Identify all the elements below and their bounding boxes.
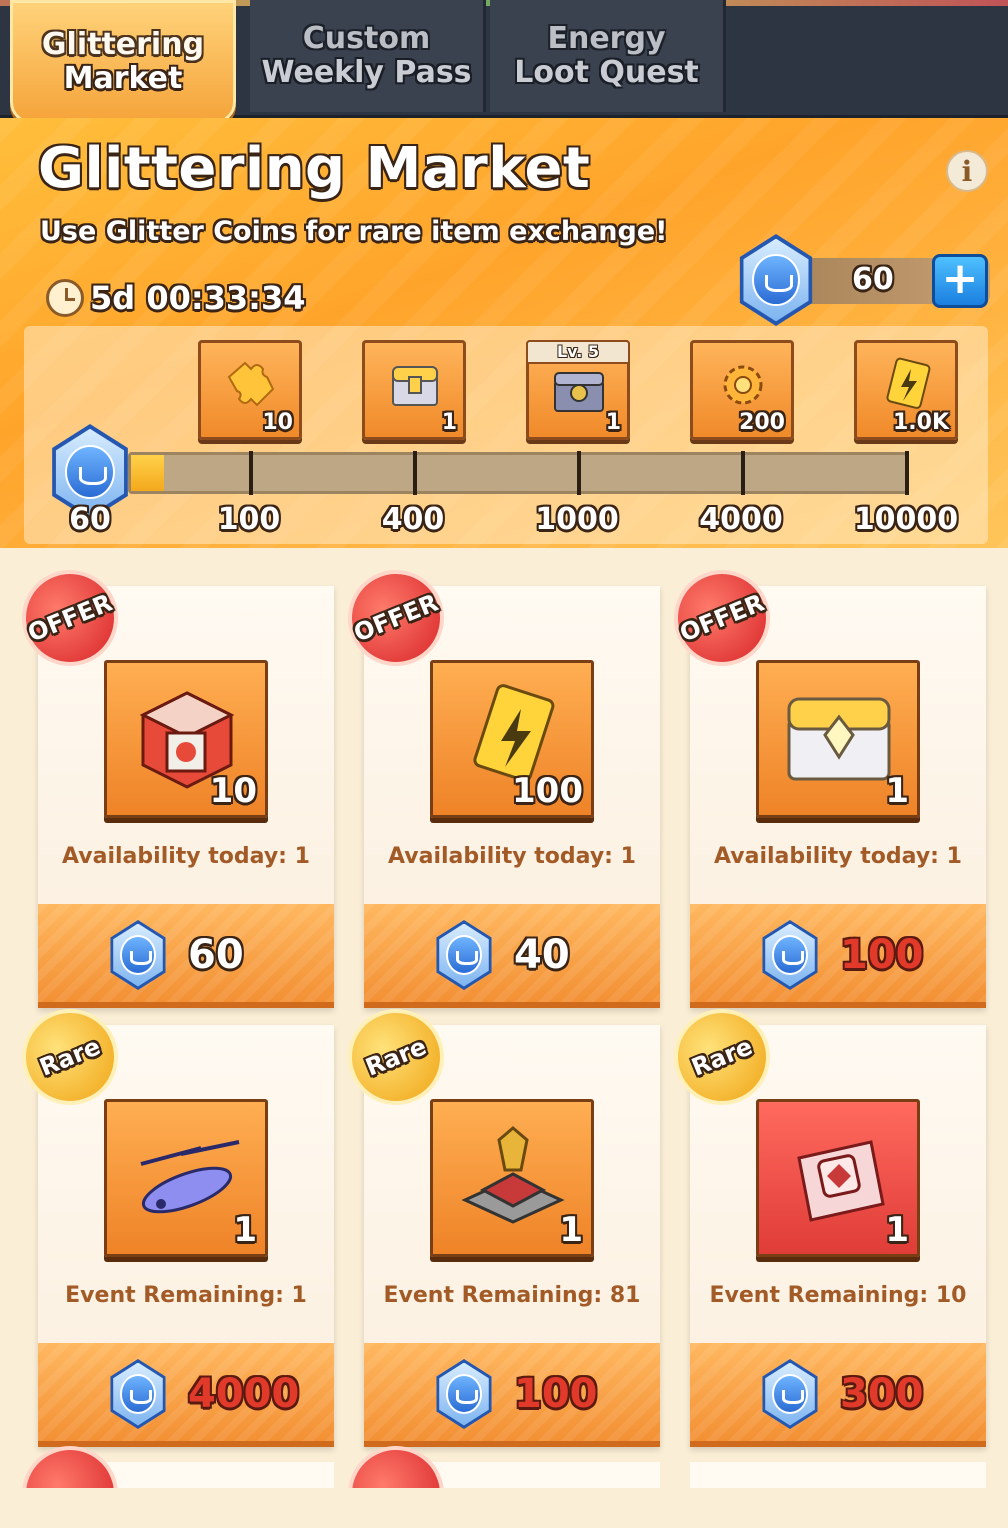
- reward-qty: 200: [739, 410, 785, 435]
- event-remaining-text: Event Remaining: 10: [709, 1283, 967, 1308]
- milestone-tick: [249, 451, 253, 495]
- tab-label-line1: Custom: [302, 20, 431, 56]
- milestone-reward-4000[interactable]: 200: [690, 340, 794, 440]
- milestone-tick: [577, 451, 581, 495]
- helicopter-icon: [140, 1140, 240, 1214]
- milestone-label: 1000: [535, 502, 619, 537]
- coin-balance-value: 60: [852, 262, 894, 297]
- tab-label-line2: Weekly Pass: [261, 55, 472, 90]
- shop-card[interactable]: 1 Availability today: 1 100 OFFER: [659, 555, 986, 1008]
- milestone-reward-400[interactable]: 1: [362, 340, 466, 440]
- milestone-label: 100: [217, 502, 281, 537]
- item-box: 1: [756, 1099, 920, 1257]
- gear-parts-icon: [723, 365, 763, 405]
- milestone-tick: [413, 451, 417, 495]
- level-chest-icon: [554, 372, 604, 412]
- item-box: 1: [430, 1099, 594, 1257]
- availability-text: Availability today: 1: [714, 844, 962, 869]
- reward-qty: 1: [605, 410, 621, 435]
- shop-card[interactable]: 1 Event Remaining: 81 100 Rare: [333, 994, 660, 1447]
- event-timer: 5d 00:33:34: [46, 276, 306, 320]
- shop-card[interactable]: 1 Event Remaining: 10 300 Rare: [659, 994, 986, 1447]
- event-remaining-text: Event Remaining: 81: [383, 1283, 641, 1308]
- event-remaining-text: Event Remaining: 1: [65, 1283, 307, 1308]
- milestone-label: 400: [381, 502, 445, 537]
- badge-label: OFFER: [349, 588, 443, 648]
- milestone-label: 10000: [853, 502, 959, 537]
- info-icon: i: [961, 154, 973, 188]
- item-qty: 10: [209, 771, 257, 811]
- reward-qty: 10: [262, 410, 293, 435]
- availability-text: Availability today: 1: [388, 844, 636, 869]
- treasure-chest-icon: [392, 366, 438, 406]
- tab-label-line1: Energy: [547, 20, 666, 56]
- reward-qty: 1.0K: [892, 410, 949, 435]
- item-qty: 1: [885, 771, 909, 811]
- clock-icon: [46, 279, 84, 317]
- plus-icon: +: [941, 253, 979, 304]
- tab-bar: Glittering Market Custom Weekly Pass Ene…: [0, 0, 1008, 124]
- reward-qty: 1: [441, 410, 457, 435]
- milestone-progress-bar: [128, 451, 909, 495]
- page-subtitle: Use Glitter Coins for rare item exchange…: [40, 216, 668, 247]
- current-progress-label: 60: [69, 502, 111, 537]
- shop-card[interactable]: 1 Event Remaining: 1 4000 Rare: [7, 994, 334, 1447]
- tab-energy-loot-quest[interactable]: Energy Loot Quest: [490, 0, 726, 112]
- item-qty: 1: [885, 1210, 909, 1250]
- shop-card[interactable]: 10 Availability today: 1 60 OFFER: [7, 555, 334, 1008]
- add-coins-button[interactable]: +: [932, 254, 988, 308]
- buy-button[interactable]: [690, 1343, 986, 1447]
- info-button[interactable]: i: [946, 150, 988, 192]
- milestone-panel: [24, 326, 988, 544]
- buy-button[interactable]: [364, 904, 660, 1008]
- gold-chest-icon: [787, 697, 891, 781]
- tab-label-line2: Market: [63, 61, 183, 96]
- badge-label: OFFER: [675, 588, 769, 648]
- tab-custom-weekly-pass[interactable]: Custom Weekly Pass: [250, 0, 486, 112]
- trophy-base-icon: [461, 1126, 565, 1224]
- tab-label-line1: Glittering: [41, 26, 205, 62]
- milestone-reward-100[interactable]: 10: [198, 340, 302, 440]
- tab-label-line2: Loot Quest: [514, 55, 699, 90]
- item-qty: 100: [512, 771, 583, 811]
- progress-fill: [131, 455, 164, 491]
- price-value: 300: [840, 1371, 924, 1417]
- item-box: 1: [104, 1099, 268, 1257]
- shop-card[interactable]: 100 Availability today: 1 40 OFFER: [333, 555, 660, 1008]
- bottom-strip: [0, 1488, 1008, 1528]
- item-qty: 1: [233, 1210, 257, 1250]
- price-value: 40: [514, 932, 570, 978]
- badge-label: OFFER: [23, 588, 117, 648]
- buy-button[interactable]: [364, 1343, 660, 1447]
- level-label: Lv. 5: [556, 342, 600, 361]
- energy-card-icon: [886, 357, 931, 409]
- availability-text: Availability today: 1: [62, 844, 310, 869]
- page-title: Glittering Market: [38, 136, 591, 201]
- badge-label: Rare: [35, 1032, 105, 1082]
- item-qty: 1: [559, 1210, 583, 1250]
- badge-label: Rare: [361, 1032, 431, 1082]
- price-value: 60: [188, 932, 244, 978]
- skin-card-icon: [797, 1140, 885, 1222]
- item-box: 1: [756, 660, 920, 818]
- timer-text: 5d 00:33:34: [90, 279, 306, 317]
- milestone-label: 4000: [699, 502, 783, 537]
- tab-glittering-market[interactable]: Glittering Market: [10, 0, 236, 124]
- milestone-tick: [905, 451, 909, 495]
- price-value: 4000: [188, 1371, 300, 1417]
- milestone-tick: [741, 451, 745, 495]
- buy-button[interactable]: [690, 904, 986, 1008]
- item-box: 100: [430, 660, 594, 818]
- milestone-reward-10000[interactable]: 1.0K: [854, 340, 958, 440]
- level-tag: Lv. 5: [526, 340, 630, 364]
- buy-button[interactable]: [38, 904, 334, 1008]
- item-box: 10: [104, 660, 268, 818]
- price-value: 100: [514, 1371, 598, 1417]
- price-value: 100: [840, 932, 924, 978]
- puzzle-piece-icon: [227, 361, 275, 407]
- badge-label: Rare: [687, 1032, 757, 1082]
- milestone-reward-1000[interactable]: Lv. 5 1: [526, 340, 630, 440]
